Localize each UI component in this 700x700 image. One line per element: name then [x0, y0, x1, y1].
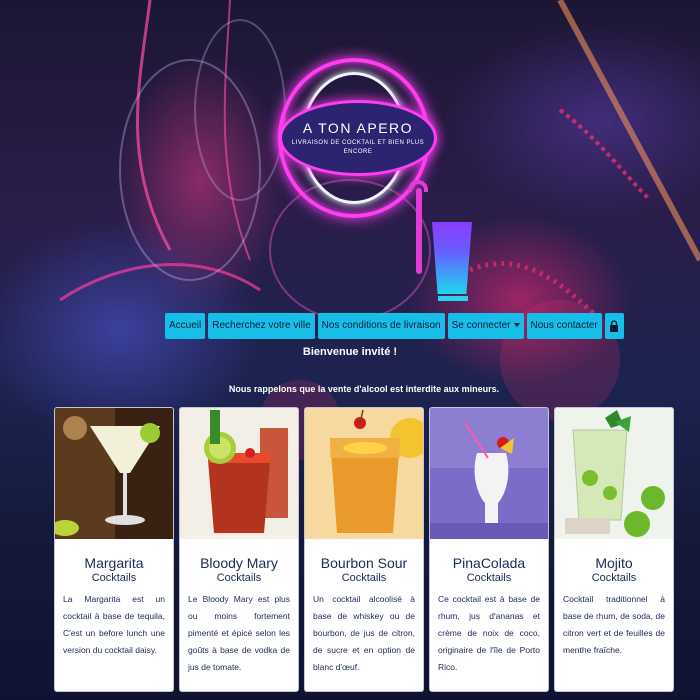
card-title: Mojito: [595, 555, 633, 571]
card-title: Bourbon Sour: [320, 555, 408, 571]
nav-contact-button[interactable]: Nous contacter: [526, 313, 602, 339]
card-title: PinaColada: [452, 555, 526, 571]
cocktail-cards: Margarita Cocktails La Margarita est un …: [54, 407, 674, 692]
nav-search-city-button[interactable]: Recherchez votre ville: [208, 313, 315, 339]
nav-lock-button[interactable]: [604, 313, 624, 339]
card-description: La Margarita est un cocktail à base de t…: [63, 594, 165, 655]
nav-login-dropdown[interactable]: Se connecter: [447, 313, 524, 339]
card-description: Un cocktail alcoolisé à base de whiskey …: [313, 594, 415, 672]
glass-base: [438, 296, 468, 301]
card-pinacolada[interactable]: PinaColada Cocktails Ce cocktail est à b…: [429, 407, 549, 692]
margarita-image: [55, 408, 173, 539]
mojito-image: [555, 408, 673, 539]
bloody-mary-image: [180, 408, 298, 539]
card-title: Bloody Mary: [200, 555, 278, 571]
lock-icon: [610, 320, 619, 332]
glass-body: [432, 222, 472, 294]
bourbon-sour-image: [305, 408, 423, 539]
card-bloody-mary[interactable]: Bloody Mary Cocktails Le Bloody Mary est…: [179, 407, 299, 692]
neon-glass-icon: [408, 180, 474, 302]
card-description: Ce cocktail est à base de rhum, jus d'an…: [438, 594, 540, 672]
logo-title: A TON APERO: [302, 119, 414, 136]
card-bourbon-sour[interactable]: Bourbon Sour Cocktails Un cocktail alcoo…: [304, 407, 424, 692]
card-category: Cocktails: [466, 572, 512, 584]
card-title: Margarita: [84, 555, 144, 571]
card-category: Cocktails: [591, 572, 637, 584]
card-category: Cocktails: [341, 572, 387, 584]
main-nav: Accueil Recherchez votre ville Nos condi…: [165, 313, 624, 339]
chevron-down-icon: [513, 323, 520, 328]
card-mojito[interactable]: Mojito Cocktails Cocktail traditionnel à…: [554, 407, 674, 692]
straw: [416, 188, 422, 274]
logo-badge: A TON APERO LIVRAISON DE COCKTAIL ET BIE…: [279, 100, 437, 176]
site-logo[interactable]: A TON APERO LIVRAISON DE COCKTAIL ET BIE…: [265, 50, 450, 240]
age-notice: Nous rappelons que la vente d'alcool est…: [228, 384, 500, 394]
nav-home-button[interactable]: Accueil: [165, 313, 206, 339]
card-category: Cocktails: [91, 572, 137, 584]
pinacolada-image: [430, 408, 548, 539]
nav-login-label: Se connecter: [451, 320, 511, 331]
welcome-message: Bienvenue invité !: [302, 346, 398, 358]
card-description: Cocktail traditionnel à base de rhum, de…: [563, 594, 665, 655]
card-description: Le Bloody Mary est plus ou moins forteme…: [188, 594, 290, 672]
card-category: Cocktails: [216, 572, 262, 584]
nav-delivery-terms-button[interactable]: Nos conditions de livraison: [317, 313, 445, 339]
card-margarita[interactable]: Margarita Cocktails La Margarita est un …: [54, 407, 174, 692]
logo-subtitle: LIVRAISON DE COCKTAIL ET BIEN PLUS ENCOR…: [291, 139, 425, 155]
